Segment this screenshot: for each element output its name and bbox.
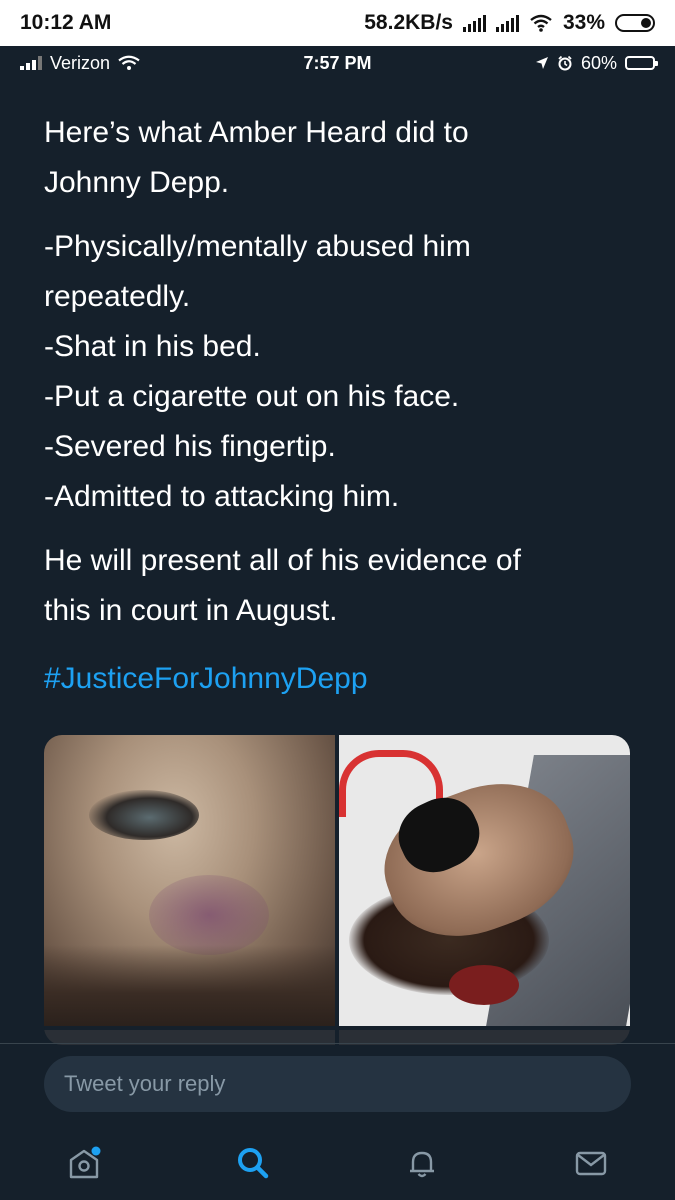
device-battery-percent: 33% — [562, 11, 605, 34]
inner-status-bar: 7:57 PM Verizon 60% — [0, 46, 675, 80]
messages-icon — [575, 1151, 606, 1175]
home-icon — [70, 1146, 101, 1178]
inner-battery-percent: 60% — [580, 52, 617, 73]
network-speed: 58.2KB/s — [364, 11, 453, 34]
tweet-line: He will present all of his evidence of — [44, 544, 521, 577]
media-photo-face-closeup[interactable] — [44, 735, 335, 1026]
location-arrow-icon — [535, 57, 548, 69]
device-time: 10:12 AM — [20, 11, 112, 34]
wifi-icon — [530, 14, 552, 32]
tweet-text: Here’s what Amber Heard did to Johnny De… — [44, 108, 634, 704]
tweet-list-item: -Physically/mentally abused him — [44, 230, 471, 263]
tab-home[interactable] — [0, 1125, 169, 1200]
hashtag-link[interactable]: #JusticeForJohnnyDepp — [44, 654, 634, 704]
tweet-list-item: -Shat in his bed. — [44, 330, 261, 363]
tweet-list-item: -Admitted to attacking him. — [44, 480, 400, 513]
tweet-media-grid — [44, 735, 630, 1045]
signal-icon-2 — [495, 14, 519, 32]
notifications-icon — [409, 1151, 434, 1177]
tab-notifications[interactable] — [338, 1125, 507, 1200]
tab-search[interactable] — [169, 1125, 338, 1200]
device-status-indicators: 58.2KB/s 33% — [364, 11, 655, 35]
bottom-tab-bar — [0, 1125, 675, 1200]
wifi-icon — [118, 55, 140, 70]
search-icon — [238, 1147, 269, 1178]
carrier-name: Verizon — [50, 52, 111, 73]
signal-icon — [462, 14, 486, 32]
reply-bar: Tweet your reply — [0, 1043, 675, 1126]
tweet-line: Here’s what Amber Heard did to — [44, 116, 469, 149]
tweet-list-item: -Severed his fingertip. — [44, 430, 336, 463]
media-photo-hospital-bed[interactable] — [339, 735, 630, 1026]
device-status-bar: 10:12 AM 58.2KB/s 33% — [0, 0, 675, 46]
battery-icon — [615, 14, 655, 32]
tweet-line: Johnny Depp. — [44, 166, 230, 199]
tweet-line: this in court in August. — [44, 594, 338, 627]
reply-input[interactable]: Tweet your reply — [44, 1056, 631, 1112]
alarm-icon — [558, 55, 572, 71]
cellular-signal-icon — [20, 56, 42, 70]
tweet-list-item: repeatedly. — [44, 280, 191, 313]
tab-messages[interactable] — [506, 1125, 675, 1200]
tweet-list-item: -Put a cigarette out on his face. — [44, 380, 460, 413]
battery-icon — [625, 56, 658, 70]
